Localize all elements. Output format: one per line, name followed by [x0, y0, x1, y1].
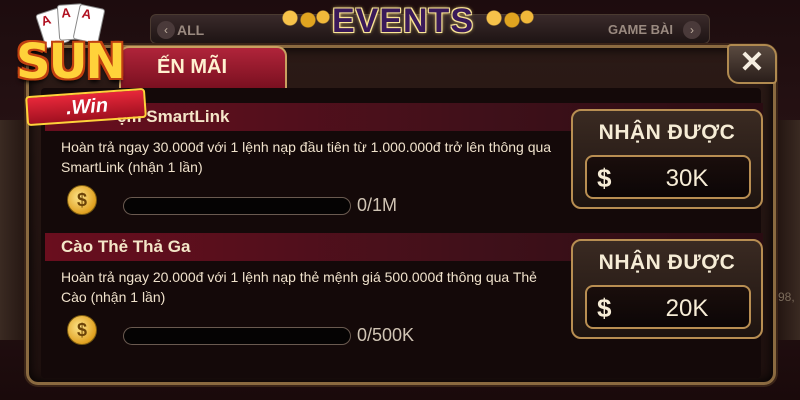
close-button[interactable]: ✕ [727, 44, 777, 84]
tab-game-bai[interactable]: GAME BÀI [608, 22, 673, 37]
coin-icon: $ [67, 315, 106, 352]
progress-text: 0/500K [357, 325, 415, 345]
tab-khuyen-mai-label: ẾN MÃI [157, 56, 227, 78]
reward-label: NHẬN ĐƯỢC [598, 251, 736, 274]
reward-value: 20K [665, 295, 709, 322]
event-row: Cào Thẻ Thả Ga Hoàn trả ngay 20.000đ với… [45, 233, 763, 361]
reward-button[interactable]: NHẬN ĐƯỢC $ 20K [571, 239, 763, 339]
chevron-right-icon[interactable]: › [683, 21, 701, 39]
tab-all[interactable]: ALL [177, 22, 204, 38]
dollar-icon: $ [597, 293, 612, 323]
reward-value-box: $ 20K [585, 285, 751, 329]
logo-banner: .Win [25, 87, 147, 127]
reward-label: NHẬN ĐƯỢC [598, 121, 736, 144]
reward-button[interactable]: NHẬN ĐƯỢC $ 30K [571, 109, 763, 209]
progress-bar [123, 327, 351, 345]
page-title: EVENTS [331, 2, 475, 40]
event-description: Hoàn trả ngay 30.000đ với 1 lệnh nạp đầu… [61, 139, 552, 175]
progress-bar [123, 197, 351, 215]
reward-value: 30K [665, 165, 709, 192]
sunwin-logo: A A A SUN .Win [6, 3, 166, 134]
event-title: Cào Thẻ Thả Ga [61, 237, 191, 256]
background-right-panel: 98, [775, 120, 800, 340]
background-right-text: 98, [778, 290, 795, 304]
coin-icon: $ [67, 185, 106, 222]
logo-brand-text: SUN [16, 34, 126, 90]
logo-sub-text: .Win [65, 94, 109, 120]
progress-text: 0/1M [357, 195, 398, 215]
reward-value-box: $ 30K [585, 155, 751, 199]
event-description: Hoàn trả ngay 20.000đ với 1 lệnh nạp thẻ… [61, 269, 537, 305]
dollar-icon: $ [597, 163, 612, 193]
